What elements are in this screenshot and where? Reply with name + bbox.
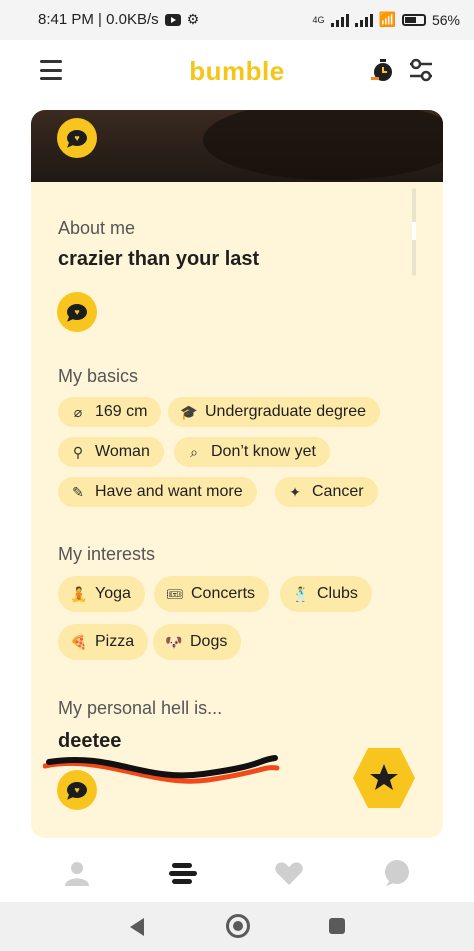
ticket-icon: 🎟 xyxy=(166,585,184,602)
battery-percent: 56% xyxy=(431,11,460,28)
basic-chip-kids: ✎ Have and want more xyxy=(58,477,257,507)
app-header: bumble xyxy=(0,48,474,96)
chats-tab-icon[interactable] xyxy=(382,858,412,888)
interest-chip-concerts: 🎟 Concerts xyxy=(154,576,270,612)
heart-chat-icon: ♥ xyxy=(67,304,87,320)
bottom-navigation xyxy=(0,846,474,902)
recent-apps-icon[interactable] xyxy=(329,918,345,934)
youtube-icon xyxy=(164,13,181,26)
settings-gear-icon: ⚙ xyxy=(186,11,200,27)
ruler-icon: ⌀ xyxy=(73,403,83,420)
basic-chip-education: 🎓 Undergraduate degree xyxy=(168,397,381,427)
zodiac-icon: ✦ xyxy=(289,483,301,500)
interest-chip-clubs: 🕺 Clubs xyxy=(280,576,372,612)
discover-tab-icon[interactable] xyxy=(168,858,198,888)
dog-icon: 🐶 xyxy=(165,633,183,650)
brand-logo: bumble xyxy=(189,56,285,86)
network-type: 4G xyxy=(312,14,325,25)
back-icon[interactable] xyxy=(130,918,144,936)
compliment-button-prompt[interactable]: ♥ xyxy=(57,770,97,810)
compliment-button-photo[interactable]: ♥ xyxy=(57,118,97,158)
basic-chip-gender: ⚲ Woman xyxy=(58,437,164,467)
about-me-heading: About me xyxy=(58,218,136,238)
prompt-heading: My personal hell is... xyxy=(58,698,223,718)
superswipe-button[interactable] xyxy=(352,746,416,810)
about-me-text: crazier than your last xyxy=(58,248,260,270)
basic-chip-height: ⌀ 169 cm xyxy=(58,397,162,427)
basic-chip-looking-for: ⌕ Don’t know yet xyxy=(174,437,330,467)
profile-card[interactable]: ♥ About me crazier than your last ♥ My b… xyxy=(31,110,443,838)
signal-icon xyxy=(330,13,349,27)
interests-heading: My interests xyxy=(58,544,156,564)
system-navigation-bar xyxy=(0,902,474,951)
prompt-answer: deetee xyxy=(58,730,122,752)
heart-chat-icon: ♥ xyxy=(67,782,87,798)
filter-icon[interactable] xyxy=(408,58,434,82)
yoga-icon: 🧘 xyxy=(70,585,88,602)
profile-tab-icon[interactable] xyxy=(62,858,92,888)
wifi-icon: 📶 xyxy=(378,11,396,27)
search-icon: ⌕ xyxy=(190,443,198,460)
dancer-icon: 🕺 xyxy=(292,585,310,602)
compliment-button-about[interactable]: ♥ xyxy=(57,292,97,332)
basic-chip-zodiac: ✦ Cancer xyxy=(275,477,378,507)
pacifier-icon: ✎ xyxy=(72,483,84,500)
status-time: 8:41 PM | 0.0KB/s xyxy=(38,11,159,28)
graduation-cap-icon: 🎓 xyxy=(180,403,198,420)
scrollbar[interactable] xyxy=(412,188,416,276)
signal-icon-2 xyxy=(354,13,373,27)
likes-tab-icon[interactable] xyxy=(274,858,304,888)
heart-chat-icon: ♥ xyxy=(67,130,87,146)
battery-icon xyxy=(401,13,426,26)
basics-heading: My basics xyxy=(58,366,139,386)
interest-chip-dogs: 🐶 Dogs xyxy=(153,624,242,660)
gender-icon: ⚲ xyxy=(72,443,84,460)
pizza-icon: 🍕 xyxy=(70,633,88,650)
timer-icon[interactable] xyxy=(370,58,394,82)
interest-chip-yoga: 🧘 Yoga xyxy=(58,576,145,612)
status-bar: 8:41 PM | 0.0KB/s ⚙ 4G 📶 56% xyxy=(0,0,474,40)
interest-chip-pizza: 🍕 Pizza xyxy=(58,624,149,660)
home-icon[interactable] xyxy=(226,914,250,938)
